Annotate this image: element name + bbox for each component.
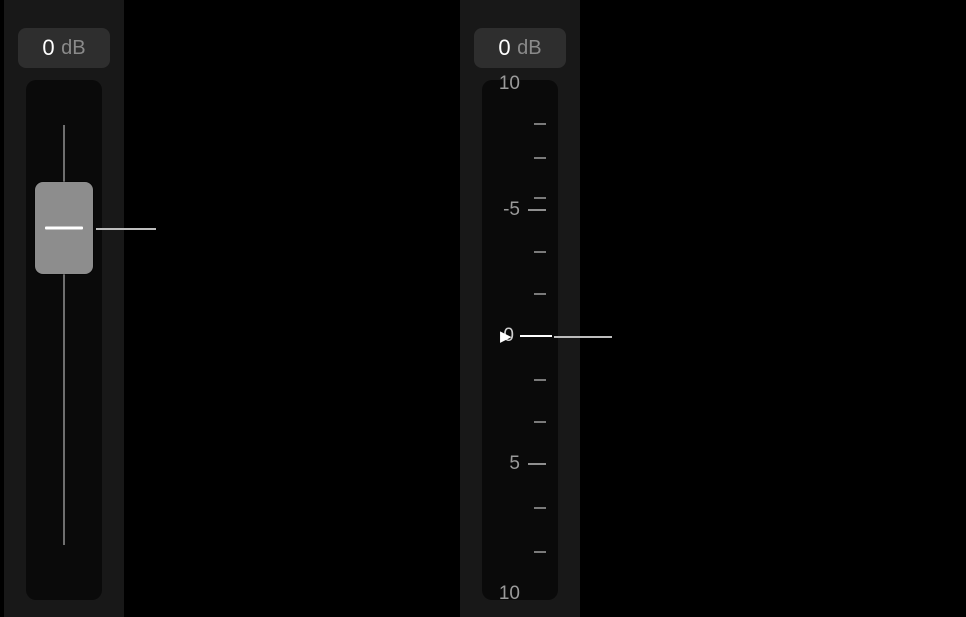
scale-well[interactable]: 10 -5 0 ▶ 5 10 <box>482 80 558 600</box>
channel-strip-left: 0 dB <box>4 0 124 617</box>
scale-label-top-edge: 10 <box>499 73 520 95</box>
scale-tick-major <box>528 463 546 465</box>
scale-tick <box>534 507 546 509</box>
scale-tick <box>534 421 546 423</box>
gain-value: 0 <box>42 35 55 61</box>
scale-zero-mark <box>520 335 552 337</box>
scale-tick <box>534 251 546 253</box>
fader-handle[interactable] <box>35 182 93 274</box>
scale-label-minus5: -5 <box>503 199 520 221</box>
callout-leader-left <box>96 228 156 230</box>
gain-readout-left[interactable]: 0 dB <box>18 28 110 68</box>
scale-label-plus5: 5 <box>509 453 520 475</box>
scale-tick-major <box>528 209 546 211</box>
gain-unit: dB <box>517 37 541 60</box>
callout-leader-right <box>554 336 612 338</box>
scale-tick <box>534 157 546 159</box>
scale-tick <box>534 293 546 295</box>
scale-label-bottom-edge: 10 <box>499 583 520 605</box>
scale-tick <box>534 123 546 125</box>
channel-strip-right: 0 dB 10 -5 0 ▶ 5 10 <box>460 0 580 617</box>
gain-unit: dB <box>61 37 85 60</box>
scale-tick <box>534 551 546 553</box>
fader-well <box>26 80 102 600</box>
play-icon: ▶ <box>500 327 512 345</box>
scale-tick <box>534 197 546 199</box>
gain-value: 0 <box>498 35 511 61</box>
scale-tick <box>534 379 546 381</box>
gain-readout-right[interactable]: 0 dB <box>474 28 566 68</box>
